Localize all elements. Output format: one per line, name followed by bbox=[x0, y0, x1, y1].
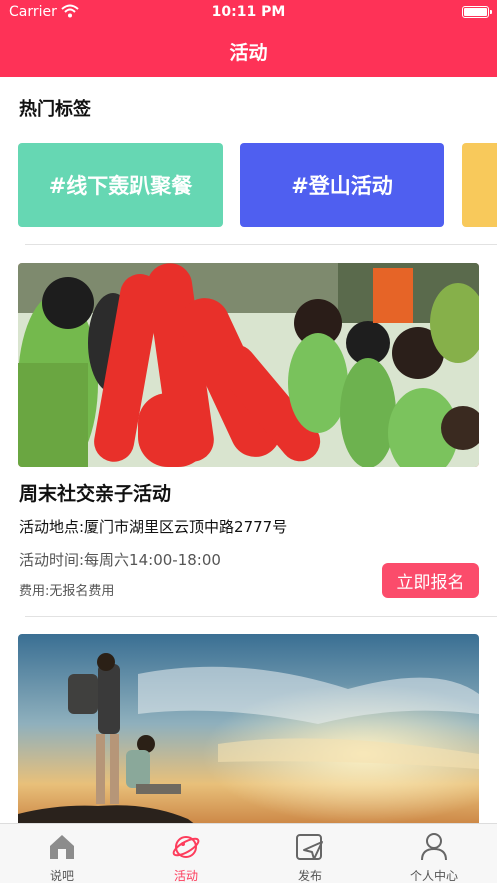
home-icon bbox=[50, 835, 74, 859]
divider bbox=[25, 244, 497, 245]
page-title: 活动 bbox=[229, 42, 268, 64]
status-time: 10:11 PM bbox=[211, 4, 286, 20]
tab-label: 活动 bbox=[173, 869, 198, 883]
activity-fee: 费用:无报名费用 bbox=[19, 584, 115, 599]
tab-shuoba[interactable]: 说吧 bbox=[0, 824, 124, 883]
signup-button[interactable]: 立即报名 bbox=[382, 563, 479, 598]
tab-fabu[interactable]: 发布 bbox=[248, 824, 372, 883]
status-bar: Carrier 10:11 PM bbox=[0, 0, 497, 26]
tab-huodong[interactable]: 活动 bbox=[124, 824, 248, 883]
planet-icon bbox=[172, 836, 200, 858]
tab-label: 发布 bbox=[297, 869, 322, 883]
hot-tags-scroller[interactable]: #线下轰趴聚餐 #登山活动 bbox=[18, 143, 497, 227]
top-header: Carrier 10:11 PM 活动 bbox=[0, 0, 497, 77]
activity-image[interactable] bbox=[18, 263, 479, 467]
activity-address: 活动地点:厦门市湖里区云顶中路2777号 bbox=[19, 518, 288, 536]
person-icon bbox=[421, 833, 447, 861]
tag-card[interactable] bbox=[462, 143, 497, 227]
tab-label: 说吧 bbox=[49, 869, 74, 883]
divider bbox=[25, 616, 497, 617]
hikers-sunset-photo-icon bbox=[18, 634, 479, 834]
battery-icon bbox=[462, 6, 492, 18]
tag-card[interactable]: #登山活动 bbox=[240, 143, 444, 227]
activity-title[interactable]: 周末社交亲子活动 bbox=[19, 479, 171, 506]
group-event-photo-icon bbox=[18, 263, 479, 467]
tab-bar: 说吧 活动 发布 个人中心 bbox=[0, 823, 497, 883]
tab-label: 个人中心 bbox=[409, 869, 458, 883]
tag-card[interactable]: #线下轰趴聚餐 bbox=[18, 143, 223, 227]
hot-tags-title: 热门标签 bbox=[19, 99, 91, 120]
activity-time: 活动时间:每周六14:00-18:00 bbox=[19, 551, 221, 569]
tab-profile[interactable]: 个人中心 bbox=[372, 824, 496, 883]
activity-image[interactable] bbox=[18, 634, 479, 834]
send-icon bbox=[296, 834, 323, 860]
